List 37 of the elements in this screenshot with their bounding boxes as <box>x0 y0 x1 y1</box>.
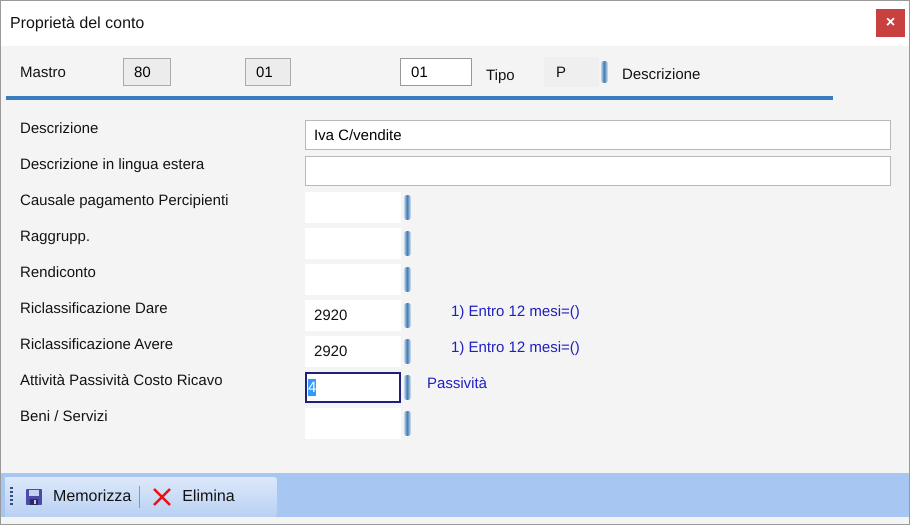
field-label: Beni / Servizi <box>20 408 109 425</box>
spinner-handle[interactable] <box>404 231 411 256</box>
spinner-handle[interactable] <box>404 303 411 328</box>
field-label: Descrizione <box>20 120 100 137</box>
input-field[interactable] <box>305 156 891 186</box>
field-label: Attività Passività Costo Ricavo <box>20 372 224 389</box>
window-title: Proprietà del conto <box>10 14 144 32</box>
spinner-handle[interactable] <box>601 61 608 83</box>
description-text: Passività <box>427 374 488 392</box>
field-label: Tipo <box>486 66 516 84</box>
grip-handle[interactable] <box>10 487 13 507</box>
spinner-handle[interactable] <box>404 195 411 220</box>
field-label: Descrizione <box>622 64 700 82</box>
field-label: Riclassificazione Dare <box>20 300 169 317</box>
spinner-handle[interactable] <box>404 339 411 364</box>
field-label: Raggrupp. <box>20 228 92 245</box>
spinner-handle[interactable] <box>404 375 411 400</box>
input-field[interactable]: 01 <box>245 58 291 86</box>
field-label: Riclassificazione Avere <box>20 336 174 353</box>
input-field[interactable]: 80 <box>123 58 171 86</box>
field-label: Rendiconto <box>20 264 97 281</box>
input-field[interactable]: Iva C/vendite <box>305 120 891 150</box>
input-field[interactable]: 2920 <box>305 300 401 331</box>
field-label: Mastro <box>20 64 67 80</box>
spinner-handle[interactable] <box>404 411 411 436</box>
input-field[interactable]: 01 <box>400 58 472 86</box>
description-text: 1) Entro 12 mesi=() <box>451 302 580 320</box>
spinner-handle[interactable] <box>404 267 411 292</box>
input-field[interactable]: 2920 <box>305 336 401 367</box>
type-field[interactable]: P <box>544 57 599 87</box>
toolbar-button[interactable]: Memorizza <box>13 481 140 513</box>
description-text: 1) Entro 12 mesi=() <box>451 338 580 356</box>
toolbar-button[interactable]: Elimina <box>140 481 243 513</box>
close-button[interactable]: × <box>876 8 905 36</box>
field-label: Causale pagamento Percipienti <box>20 192 230 209</box>
cross-icon <box>152 487 172 507</box>
field-label: Descrizione in lingua estera <box>20 156 206 173</box>
